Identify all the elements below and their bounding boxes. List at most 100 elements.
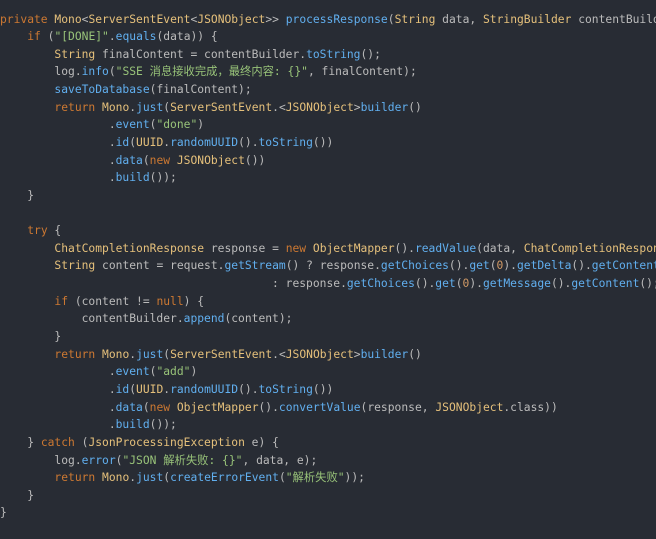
code-token-method: builder [360,100,409,114]
code-token-plain: . [0,171,116,185]
code-token-keyword: new [149,153,171,167]
code-line[interactable]: return Mono.just(createErrorEvent("解析失败"… [0,469,656,487]
code-line[interactable]: String finalContent = contentBuilder.toS… [0,46,656,64]
code-token-plain: , data, e); [242,453,318,467]
code-line[interactable]: return Mono.just(ServerSentEvent.<JSONOb… [0,99,656,117]
code-token-type: ServerSentEvent [170,100,273,114]
code-line[interactable]: } catch (JsonProcessingException e) { [0,434,656,452]
code-token-plain: . [0,382,116,396]
code-line[interactable]: } [0,328,656,346]
code-token-method: data [115,400,143,414]
code-token-method: processResponse [285,12,388,26]
code-line[interactable]: String content = request.getStream() ? r… [0,257,656,275]
code-token-plain: (finalContent); [149,83,252,97]
code-token-type: Mono [102,471,130,485]
code-line[interactable]: .event("add") [0,363,656,381]
code-token-keyword: null [156,294,184,308]
code-line[interactable]: .id(UUID.randomUUID().toString()) [0,381,656,399]
code-token-plain: > [353,347,361,361]
code-token-plain: () ? response. [285,259,381,273]
code-token-type: UUID [136,382,164,396]
code-token-plain: finalContent = contentBuilder. [95,47,307,61]
code-token-plain: { [47,224,62,238]
code-token-plain: . [0,135,116,149]
code-line[interactable] [0,205,656,223]
code-token-type: ObjectMapper [176,400,259,414]
code-token-plain: .class)) [503,400,558,414]
code-line[interactable]: return Mono.just(ServerSentEvent.<JSONOb… [0,346,656,364]
code-token-plain: ()) [244,153,266,167]
code-token-keyword: new [149,400,171,414]
code-token-method: saveToDatabase [54,83,150,97]
code-token-plain: } [0,435,41,449]
code-token-keyword: try [27,224,48,238]
code-token-type: JSONObject [285,100,354,114]
code-editor[interactable]: private Mono<ServerSentEvent<JSONObject>… [0,0,656,539]
code-token-method: error [81,453,116,467]
code-token-keyword: return [54,471,96,485]
code-line[interactable]: saveToDatabase(finalContent); [0,81,656,99]
code-line[interactable]: .id(UUID.randomUUID().toString()) [0,134,656,152]
code-line[interactable]: } [0,487,656,505]
code-line[interactable]: log.error("JSON 解析失败: {}", data, e); [0,452,656,470]
code-token-string: "解析失败" [285,471,345,485]
code-line[interactable]: .event("done") [0,116,656,134]
code-token-type: ServerSentEvent [88,12,191,26]
code-token-plain: } [0,488,35,502]
code-token-method: append [183,312,225,326]
code-line[interactable]: .build()); [0,416,656,434]
code-token-method: toString [306,47,361,61]
code-token-plain: (data)) { [156,30,218,44]
code-token-plain: content = request. [95,259,225,273]
code-token-method: getContent [591,259,656,273]
code-token-plain: ()) [312,382,334,396]
code-token-plain: > [353,100,361,114]
code-line[interactable]: if ("[DONE]".equals(data)) { [0,28,656,46]
code-line[interactable]: ChatCompletionResponse response = new Ob… [0,240,656,258]
code-token-plain: (content != [68,294,157,308]
code-token-plain: (). [550,277,572,291]
code-line[interactable]: contentBuilder.append(content); [0,310,656,328]
code-line[interactable]: try { [0,222,656,240]
code-token-method: equals [115,30,157,44]
code-token-plain: ) { [183,294,205,308]
code-line[interactable]: .data(new ObjectMapper().convertValue(re… [0,399,656,417]
code-token-plain: (). [238,135,259,149]
code-token-type: String [54,259,96,273]
code-token-plain: ()); [149,171,177,185]
code-token-plain: (). [258,400,279,414]
code-token-type: JSONObject [285,347,354,361]
code-token-keyword: return [54,100,96,114]
code-token-string: "JSON 解析失败: {}" [122,453,243,467]
code-token-plain: e) { [244,435,279,449]
code-token-method: getDelta [516,259,572,273]
code-line[interactable]: log.info("SSE 消息接收完成，最终内容: {}", finalCon… [0,63,656,81]
code-token-type: StringBuilder [482,12,572,26]
code-line[interactable]: } [0,187,656,205]
code-line[interactable]: } [0,504,656,522]
code-token-plain: (). [414,277,436,291]
code-token-plain: >> [265,12,286,26]
code-line[interactable]: .build()); [0,169,656,187]
code-line[interactable]: private Mono<ServerSentEvent<JSONObject>… [0,11,656,29]
code-token-plain: : response. [0,277,347,291]
code-token-plain: ( [455,277,463,291]
code-token-plain: (). [571,259,592,273]
code-token-plain: ) [197,118,205,132]
code-token-method: convertValue [278,400,361,414]
code-token-method: build [115,171,150,185]
code-line[interactable]: if (content != null) { [0,293,656,311]
code-token-plain: ). [503,259,517,273]
code-token-string: "done" [156,118,198,132]
code-token-plain: . [0,400,116,414]
code-token-plain: (response, [360,400,436,414]
code-line[interactable]: : response.getChoices().get(0).getMessag… [0,275,656,293]
code-line[interactable]: .data(new JSONObject()) [0,152,656,170]
code-token-method: get [435,277,456,291]
code-token-plain: . [108,30,116,44]
